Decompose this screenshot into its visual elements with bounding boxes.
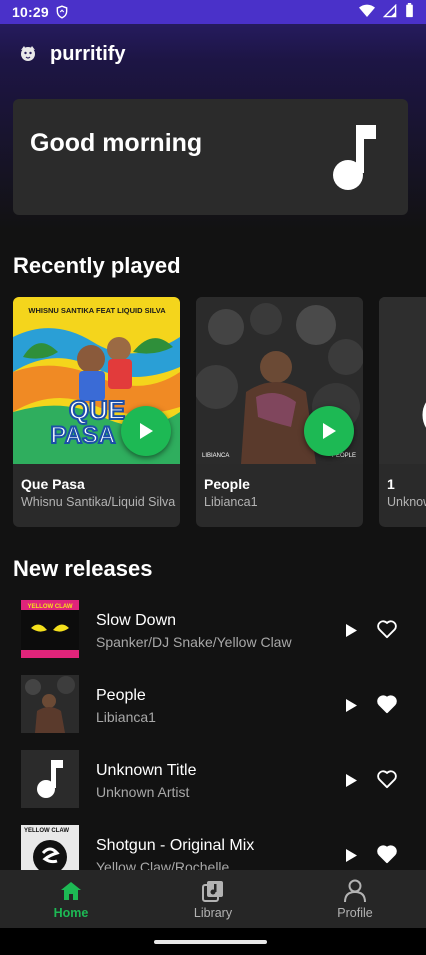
app-title: purritify — [50, 42, 126, 65]
track-title: Shotgun - Original Mix — [96, 837, 255, 854]
recently-played-carousel[interactable]: QUE PASA WHISNU SANTIKA FEAT LIQUID SILV… — [13, 297, 426, 527]
play-button[interactable] — [340, 619, 362, 641]
play-icon — [140, 423, 153, 439]
nav-library-label: Library — [193, 906, 233, 920]
track-thumbnail: YELLOW CLAW — [21, 825, 79, 870]
app-screen: 10:29 purritify Good morning Recently pl… — [0, 0, 426, 955]
nav-profile-label: Profile — [337, 906, 373, 920]
shield-icon — [55, 5, 69, 19]
play-button[interactable] — [340, 844, 362, 866]
gesture-bar — [0, 928, 426, 955]
profile-icon — [342, 878, 368, 904]
track-thumbnail — [21, 750, 79, 808]
play-button[interactable] — [340, 769, 362, 791]
heart-filled-icon — [377, 845, 397, 864]
like-button[interactable] — [376, 693, 398, 715]
play-icon — [345, 848, 357, 862]
play-button[interactable] — [121, 406, 171, 456]
play-button[interactable] — [304, 406, 354, 456]
card-artist: Whisnu Santika/Liquid Silva — [21, 495, 176, 509]
bottom-navigation: Home Library Profile — [0, 870, 426, 928]
list-item[interactable]: YELLOW CLAW Slow Down Spanker/DJ Snake/Y… — [0, 592, 426, 667]
music-note-icon — [21, 750, 79, 808]
heart-outline-icon — [377, 770, 397, 789]
status-bar: 10:29 — [0, 0, 426, 24]
play-icon — [345, 623, 357, 637]
home-icon — [58, 878, 84, 904]
card-title: Que Pasa — [21, 476, 85, 492]
nav-home-label: Home — [53, 906, 89, 920]
play-button[interactable] — [340, 694, 362, 716]
svg-text:YELLOW CLAW: YELLOW CLAW — [24, 828, 69, 834]
app-logo-icon — [18, 44, 38, 64]
track-artist: Libianca1 — [96, 709, 156, 725]
status-time: 10:29 — [12, 4, 49, 20]
album-art — [379, 297, 426, 464]
track-artist: Spanker/DJ Snake/Yellow Claw — [96, 634, 292, 650]
track-title: Slow Down — [96, 612, 177, 629]
nav-profile[interactable]: Profile — [284, 870, 426, 928]
app-bar: purritify — [0, 24, 426, 84]
svg-text:LIBIANCA: LIBIANCA — [202, 453, 229, 459]
battery-icon — [405, 3, 414, 21]
track-title: Unknown Title — [96, 762, 197, 779]
greeting-card[interactable]: Good morning — [13, 99, 408, 215]
recent-card[interactable]: QUE PASA WHISNU SANTIKA FEAT LIQUID SILV… — [13, 297, 180, 527]
card-title: People — [204, 476, 250, 492]
recent-card[interactable]: LIBIANCA PEOPLE People Libianca1 — [196, 297, 363, 527]
home-indicator[interactable] — [154, 940, 267, 944]
play-icon — [345, 698, 357, 712]
card-artist: Libianca1 — [204, 495, 258, 509]
nav-library[interactable]: Library — [142, 870, 284, 928]
heart-outline-icon — [377, 620, 397, 639]
track-artist: Unknown Artist — [96, 784, 190, 800]
track-thumbnail: YELLOW CLAW — [21, 600, 79, 658]
new-releases-list[interactable]: YELLOW CLAW Slow Down Spanker/DJ Snake/Y… — [0, 592, 426, 870]
heart-filled-icon — [377, 695, 397, 714]
svg-text:WHISNU SANTIKA FEAT LIQUID S: WHISNU SANTIKA FEAT LIQUID SILVA — [28, 306, 166, 315]
card-title: 1 — [387, 476, 395, 492]
recently-played-heading: Recently played — [13, 253, 181, 278]
signal-icon — [382, 3, 397, 21]
play-icon — [345, 773, 357, 787]
svg-text:PASA: PASA — [51, 422, 116, 449]
nav-home[interactable]: Home — [0, 870, 142, 928]
svg-text:YELLOW CLAW: YELLOW CLAW — [28, 604, 73, 610]
card-artist: Unknown Artist — [387, 495, 426, 509]
like-button[interactable] — [376, 768, 398, 790]
music-note-icon — [330, 123, 378, 191]
greeting-text: Good morning — [30, 129, 203, 157]
track-artist: Yellow Claw/Rochelle — [96, 859, 230, 870]
like-button[interactable] — [376, 618, 398, 640]
list-item[interactable]: Unknown Title Unknown Artist — [0, 742, 426, 817]
list-item[interactable]: YELLOW CLAW Shotgun - Original Mix Yello… — [0, 817, 426, 870]
library-icon — [200, 878, 226, 904]
recent-card[interactable]: 1 Unknown Artist — [379, 297, 426, 527]
svg-text:QUE: QUE — [69, 395, 125, 425]
new-releases-heading: New releases — [13, 556, 153, 581]
play-icon — [323, 423, 336, 439]
track-thumbnail — [21, 675, 79, 733]
track-title: People — [96, 687, 146, 704]
like-button[interactable] — [376, 843, 398, 865]
wifi-icon — [359, 4, 375, 21]
list-item[interactable]: People Libianca1 — [0, 667, 426, 742]
